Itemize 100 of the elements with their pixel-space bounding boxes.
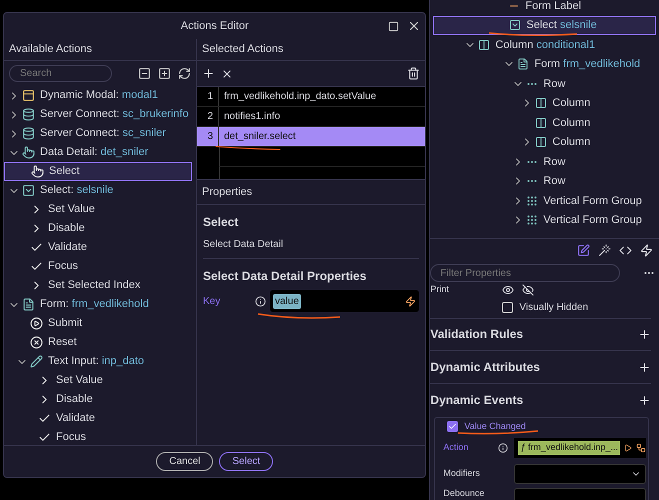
properties-title: Select [203, 214, 240, 231]
add-icon[interactable] [202, 67, 215, 80]
document-icon [517, 58, 530, 70]
action-tree-item[interactable]: Data Detail: det_sniler [4, 143, 196, 162]
row-number: 2 [197, 107, 219, 126]
document-icon [22, 298, 35, 311]
action-tree-item[interactable]: Reset [4, 333, 196, 352]
key-input-field[interactable]: value [270, 290, 420, 312]
pencil-icon [30, 355, 43, 368]
action-label: Dynamic Modal: modal1 [40, 88, 158, 104]
expand-all-icon[interactable] [158, 67, 171, 80]
section-heading: Dynamic Events [430, 392, 524, 410]
structure-tree-item[interactable]: Vertical Form Group [430, 210, 659, 230]
structure-tree-item[interactable]: Form Label [430, 0, 659, 16]
select-button[interactable]: Select [219, 452, 274, 471]
structure-tree-item[interactable]: Row [430, 74, 659, 94]
structure-tree-item[interactable]: Column [430, 132, 659, 152]
action-label: Focus [56, 430, 86, 445]
action-tree-item[interactable]: Form: frm_vedlikehold [4, 295, 196, 314]
structure-tree-item[interactable]: Row [430, 172, 659, 191]
action-label: Focus [48, 259, 78, 274]
panel-heading: Selected Actions [202, 42, 284, 58]
row-number: 3 [197, 127, 219, 146]
trash-icon[interactable] [407, 67, 420, 80]
maximize-icon[interactable] [388, 20, 400, 32]
search-field[interactable]: Search [9, 65, 112, 82]
section-title: Select Data Detail Properties [203, 268, 368, 285]
visually-hidden-checkbox[interactable] [502, 302, 514, 313]
structure-tree-item[interactable]: Column [430, 94, 659, 113]
action-row[interactable]: 3 det_sniler.select [197, 127, 426, 147]
lightning-icon[interactable] [405, 296, 416, 306]
action-tree-item[interactable]: Disable [4, 219, 196, 238]
add-icon[interactable] [638, 328, 651, 341]
cancel-button[interactable]: Cancel [156, 452, 214, 471]
action-label: Submit [48, 316, 82, 332]
action-tree-item[interactable]: Dynamic Modal: modal1 [4, 86, 196, 105]
edit-icon[interactable] [577, 244, 590, 257]
action-tree-item[interactable]: Submit [4, 314, 196, 333]
action-label: Set Value [56, 373, 103, 388]
collapse-all-icon[interactable] [138, 67, 151, 80]
action-tree-item[interactable]: Disable [4, 390, 196, 409]
action-tree-item[interactable]: Validate [4, 238, 196, 257]
structure-tree-item[interactable]: Row [430, 152, 659, 172]
code-icon[interactable] [619, 244, 632, 257]
field-label: Key [203, 294, 222, 308]
action-tree-item[interactable]: Set Value [4, 200, 196, 219]
action-label: Disable [56, 392, 93, 408]
pointing-hand-icon [31, 165, 44, 178]
columns-icon [535, 116, 548, 129]
play-icon[interactable] [624, 444, 632, 452]
close-circle-icon [30, 336, 43, 349]
filter-field[interactable]: Filter Properties [430, 264, 620, 282]
action-label: Validate [48, 240, 87, 256]
action-tree-item[interactable]: Select: selsnile [4, 181, 196, 200]
refresh-icon[interactable] [178, 67, 191, 80]
eye-off-icon[interactable] [522, 284, 534, 296]
grid-dots-icon [526, 214, 538, 226]
action-tree-item[interactable]: Focus [4, 257, 196, 276]
value-changed-checkbox[interactable] [447, 420, 458, 432]
action-tree-item[interactable]: Server Connect: sc_brukerinfo [4, 105, 196, 124]
structure-tree-item[interactable]: Select selsnile [433, 16, 656, 35]
action-tree-item[interactable]: Focus [4, 428, 196, 445]
debounce-input-field[interactable] [514, 488, 646, 500]
structure-tree-item[interactable]: Column conditional1 [430, 35, 659, 54]
section-heading: Validation Rules [430, 326, 524, 344]
database-icon [22, 127, 35, 140]
action-name: det_sniler.select [223, 130, 296, 144]
structure-tree-item[interactable]: Form frm_vedlikehold [430, 54, 659, 74]
wand-icon[interactable] [598, 244, 611, 257]
action-tree-item[interactable]: Select [4, 162, 192, 181]
add-icon[interactable] [638, 394, 651, 407]
flow-icon[interactable] [636, 443, 646, 453]
action-tree-item[interactable]: Set Selected Index [4, 276, 196, 295]
section-heading: Dynamic Attributes [430, 359, 540, 376]
action-tree-item[interactable]: Set Value [4, 371, 196, 390]
action-label: Data Detail: det_sniler [40, 145, 148, 160]
action-label: Set Value [48, 202, 95, 218]
dropdown-icon [509, 19, 522, 32]
structure-label: Row [543, 76, 566, 92]
play-circle-icon [30, 317, 43, 330]
action-tree-item[interactable]: Validate [4, 409, 196, 428]
action-input-field[interactable]: ƒ frm_vedlikehold.inp_... [514, 438, 646, 458]
add-icon[interactable] [638, 360, 651, 374]
structure-label: Vertical Form Group [543, 213, 642, 228]
action-tree-item[interactable]: Text Input: inp_dato [4, 352, 196, 371]
structure-tree-item[interactable]: Column [430, 113, 659, 132]
field-label: Debounce [443, 488, 486, 499]
eye-icon[interactable] [502, 284, 514, 296]
lightning-icon[interactable] [640, 244, 653, 257]
action-tree-item[interactable]: Server Connect: sc_sniler [4, 124, 196, 143]
remove-icon[interactable] [221, 68, 233, 80]
columns-icon [478, 38, 490, 51]
action-label: Validate [56, 411, 95, 426]
action-row[interactable]: 1 frm_vedlikehold.inp_dato.setValue [197, 87, 426, 107]
print-label: Print [430, 282, 450, 296]
database-icon [22, 108, 35, 121]
pointing-hand-icon [22, 146, 35, 159]
field-label: Modifiers [443, 467, 481, 480]
properties-subtitle: Select Data Detail [203, 237, 420, 259]
structure-tree-item[interactable]: Vertical Form Group [430, 191, 659, 210]
